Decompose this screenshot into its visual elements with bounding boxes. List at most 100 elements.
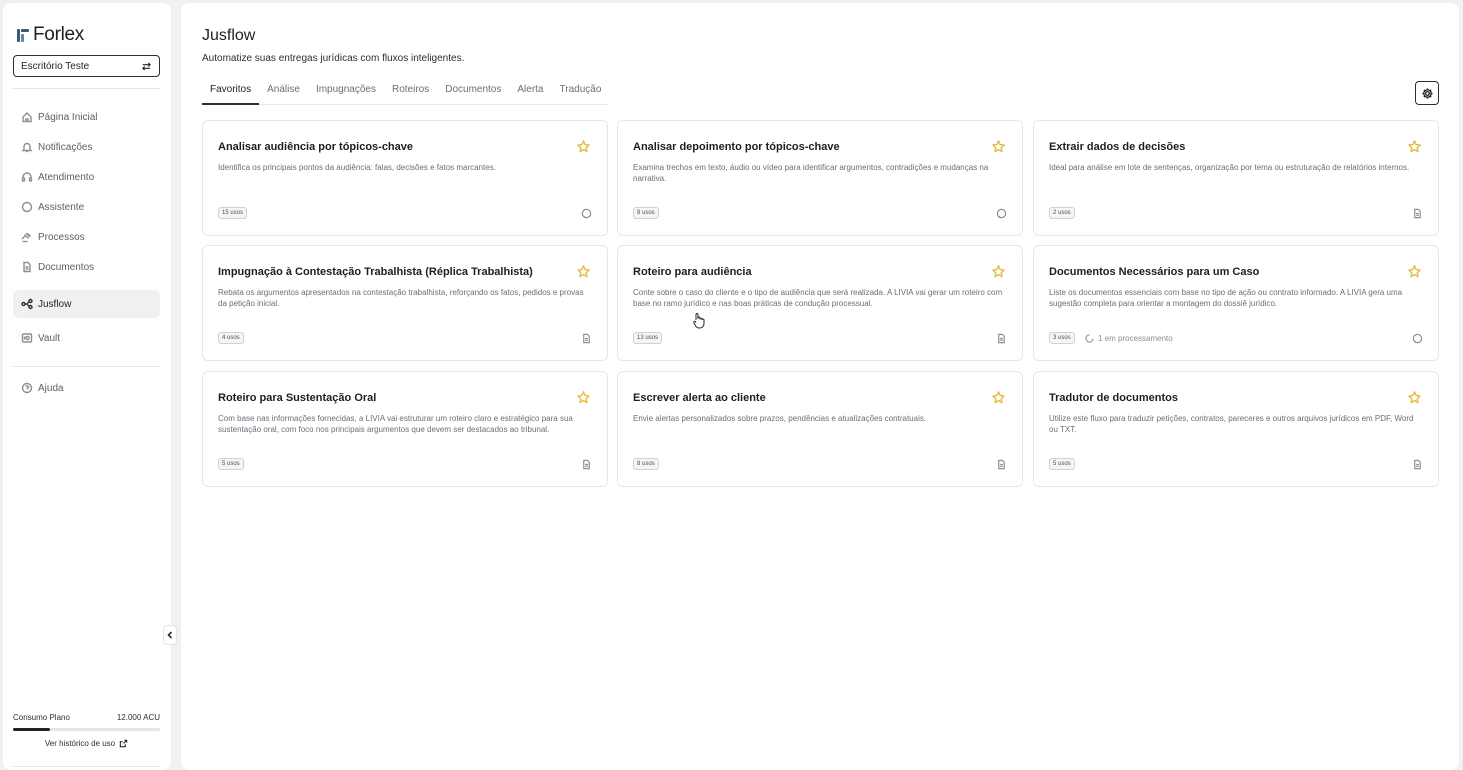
- favorite-star-icon[interactable]: [1407, 390, 1422, 404]
- sidebar-item-label: Assistente: [38, 201, 85, 213]
- flow-card[interactable]: Documentos Necessários para um Caso List…: [1033, 245, 1439, 361]
- card-title: Roteiro para Sustentação Oral: [218, 392, 377, 404]
- sidebar-item-atendimento[interactable]: Atendimento: [13, 163, 160, 191]
- document-icon: [996, 331, 1007, 344]
- card-title: Tradutor de documentos: [1049, 392, 1178, 404]
- document-icon: [1412, 457, 1423, 470]
- sidebar-item-label: Atendimento: [38, 171, 95, 183]
- sidebar-item-label: Notificações: [38, 141, 93, 153]
- usage-history-link[interactable]: Ver histórico de uso: [13, 739, 160, 748]
- chat-icon: [21, 201, 33, 213]
- sidebar-item-label: Página Inicial: [38, 111, 98, 123]
- card-title: Analisar audiência por tópicos-chave: [218, 141, 414, 153]
- gear-icon: [1421, 87, 1433, 99]
- plan-value: 12.000 ACU: [116, 713, 160, 722]
- document-icon: [1412, 206, 1423, 219]
- usage-badge: 2 usos: [1049, 207, 1075, 219]
- brand-logo[interactable]: Forlex: [15, 24, 84, 46]
- sidebar-item-documentos[interactable]: Documentos: [13, 253, 160, 281]
- favorite-star-icon[interactable]: [1407, 139, 1422, 153]
- tab-documentos[interactable]: Documentos: [437, 81, 509, 104]
- flow-card[interactable]: Roteiro para Sustentação Oral Com base n…: [202, 371, 608, 487]
- usage-badge: 3 usos: [1049, 332, 1075, 344]
- sidebar-divider: [13, 366, 160, 367]
- sidebar-divider: [13, 88, 160, 89]
- sidebar: Forlex Escritório Teste Página Inicial N…: [3, 3, 171, 770]
- card-description: Utilize este fluxo para traduzir petiçõe…: [1049, 414, 1414, 434]
- card-title: Analisar depoimento por tópicos-chave: [633, 141, 840, 153]
- sidebar-item-notificacoes[interactable]: Notificações: [13, 133, 160, 161]
- usage-badge: 4 usos: [218, 332, 244, 344]
- flow-card[interactable]: Analisar depoimento por tópicos-chave Ex…: [617, 120, 1023, 236]
- favorite-star-icon[interactable]: [1407, 264, 1422, 278]
- settings-button[interactable]: [1415, 81, 1439, 105]
- favorite-star-icon[interactable]: [576, 390, 591, 404]
- sidebar-item-vault[interactable]: Vault: [13, 324, 160, 352]
- sidebar-collapse-button[interactable]: [163, 625, 177, 645]
- brand-name: Forlex: [33, 24, 84, 45]
- sidebar-item-assistente[interactable]: Assistente: [13, 193, 160, 221]
- headset-icon: [21, 172, 33, 182]
- card-description: Ideal para análise em lote de sentenças,…: [1049, 163, 1410, 172]
- swap-arrows-icon: [142, 61, 151, 71]
- processing-label: 1 em processamento: [1098, 334, 1173, 343]
- sidebar-item-pagina-inicial[interactable]: Página Inicial: [13, 103, 160, 131]
- vault-icon: [21, 333, 33, 343]
- favorite-star-icon[interactable]: [576, 264, 591, 278]
- document-icon: [996, 457, 1007, 470]
- flow-card[interactable]: Roteiro para audiência Conte sobre o cas…: [617, 245, 1023, 361]
- flow-icon: [21, 298, 33, 310]
- hand-cursor-icon: [693, 313, 705, 329]
- tab-roteiros[interactable]: Roteiros: [384, 81, 437, 104]
- usage-badge: 13 usos: [633, 332, 663, 344]
- chat-icon: [996, 206, 1007, 219]
- plan-label: Consumo Plano: [13, 713, 70, 722]
- card-description: Com base nas informações fornecidas, a L…: [218, 414, 573, 434]
- sidebar-item-label: Ajuda: [38, 382, 64, 394]
- card-description: Rebata os argumentos apresentados na con…: [218, 288, 584, 308]
- usage-badge: 5 usos: [1049, 458, 1075, 470]
- flow-card[interactable]: Analisar audiência por tópicos-chave Ide…: [202, 120, 608, 236]
- sidebar-item-label: Documentos: [38, 261, 95, 273]
- chevron-left-icon: [167, 631, 173, 639]
- tab-traducao[interactable]: Tradução: [552, 81, 610, 104]
- sidebar-item-ajuda[interactable]: Ajuda: [13, 374, 160, 402]
- tab-impugnacoes[interactable]: Impugnações: [308, 81, 384, 104]
- favorite-star-icon[interactable]: [991, 390, 1006, 404]
- page-title: Jusflow: [202, 27, 256, 44]
- category-tabs: Favoritos Análise Impugnações Roteiros D…: [202, 81, 610, 105]
- tab-favoritos[interactable]: Favoritos: [202, 81, 260, 105]
- card-description: Envie alertas personalizados sobre prazo…: [633, 414, 927, 423]
- office-name: Escritório Teste: [21, 60, 90, 72]
- favorite-star-icon[interactable]: [991, 139, 1006, 153]
- sidebar-item-label: Processos: [38, 231, 85, 243]
- office-switcher[interactable]: Escritório Teste: [13, 55, 160, 77]
- tab-alerta[interactable]: Alerta: [509, 81, 551, 104]
- flow-card[interactable]: Extrair dados de decisões Ideal para aná…: [1033, 120, 1439, 236]
- sidebar-item-jusflow[interactable]: Jusflow: [13, 290, 160, 318]
- favorite-star-icon[interactable]: [991, 264, 1006, 278]
- external-link-icon: [119, 739, 128, 748]
- sidebar-item-label: Jusflow: [38, 298, 72, 310]
- card-description: Examina trechos em texto, áudio ou vídeo…: [633, 163, 989, 183]
- favorite-star-icon[interactable]: [576, 139, 591, 153]
- usage-badge: 15 usos: [218, 207, 248, 219]
- chat-icon: [1412, 331, 1423, 344]
- page-subtitle: Automatize suas entregas jurídicas com f…: [202, 53, 465, 64]
- card-description: Liste os documentos essenciais com base …: [1049, 288, 1403, 308]
- main-content: Jusflow Automatize suas entregas jurídic…: [181, 3, 1459, 770]
- help-circle-icon: [21, 382, 33, 394]
- flow-card[interactable]: Escrever alerta ao cliente Envie alertas…: [617, 371, 1023, 487]
- card-title: Extrair dados de decisões: [1049, 141, 1186, 153]
- sidebar-divider: [13, 766, 160, 767]
- sidebar-item-processos[interactable]: Processos: [13, 223, 160, 251]
- flow-card[interactable]: Impugnação à Contestação Trabalhista (Ré…: [202, 245, 608, 361]
- forlex-logo-icon: [15, 27, 29, 43]
- card-description: Identifica os principais pontos da audiê…: [218, 163, 496, 172]
- plan-usage-bar: [13, 728, 160, 731]
- chat-icon: [581, 206, 592, 219]
- tab-analise[interactable]: Análise: [259, 81, 308, 104]
- sidebar-item-label: Vault: [38, 332, 61, 344]
- gavel-icon: [21, 232, 31, 243]
- flow-card[interactable]: Tradutor de documentos Utilize este flux…: [1033, 371, 1439, 487]
